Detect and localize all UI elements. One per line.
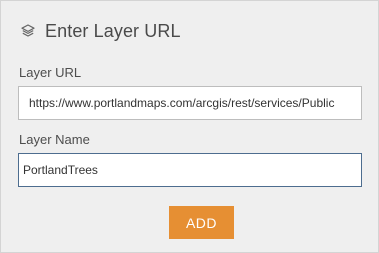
layer-name-input[interactable] — [18, 153, 362, 187]
layer-url-label: Layer URL — [19, 65, 82, 80]
add-layer-panel: Enter Layer URL Layer URL Layer Name ADD — [0, 0, 379, 253]
layer-url-input[interactable] — [18, 86, 362, 120]
panel-header: Enter Layer URL — [20, 19, 181, 43]
add-button[interactable]: ADD — [169, 206, 234, 239]
layers-icon — [20, 23, 36, 39]
panel-title: Enter Layer URL — [45, 20, 181, 41]
layer-name-label: Layer Name — [19, 132, 90, 147]
